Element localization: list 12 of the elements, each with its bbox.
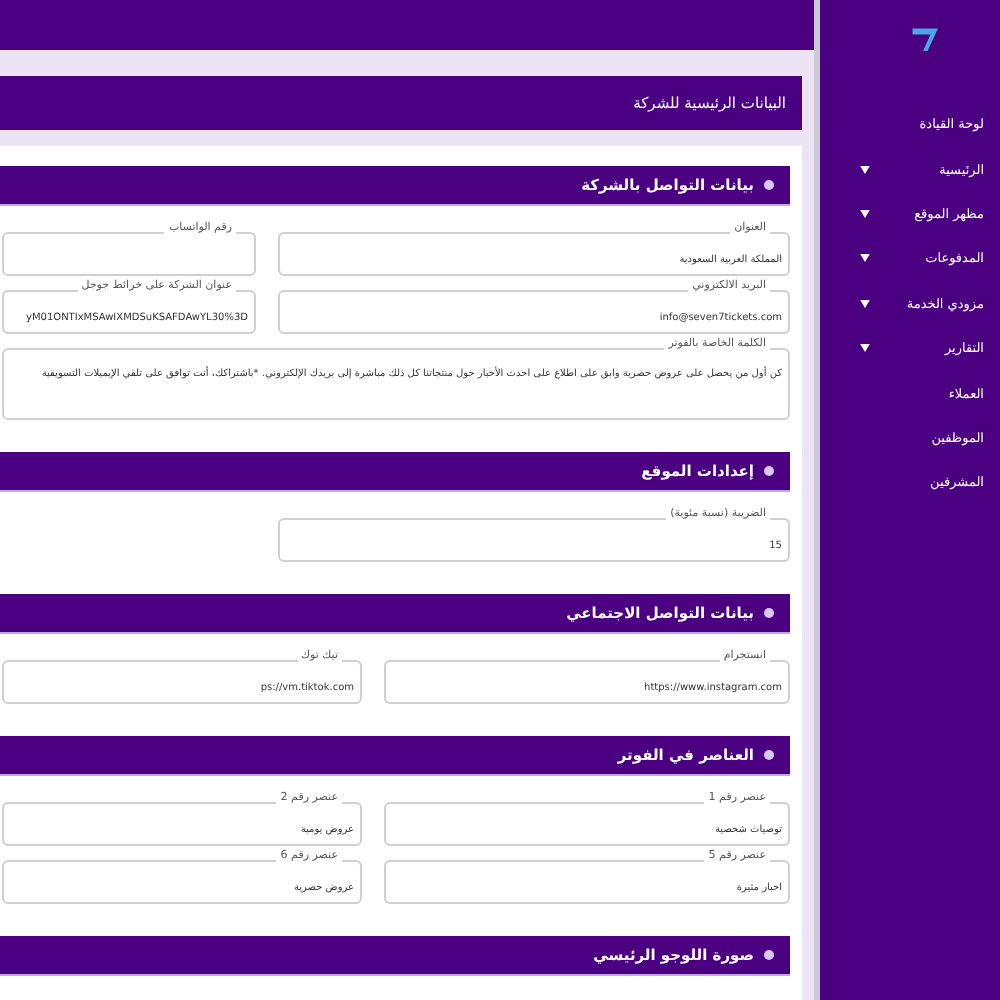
caret-icon	[860, 165, 870, 174]
logo-icon	[908, 24, 944, 54]
caret-icon	[860, 344, 870, 353]
caret-icon	[860, 254, 870, 263]
bullet-icon	[764, 466, 774, 476]
bullet-icon	[764, 608, 774, 618]
caret-icon	[860, 299, 870, 308]
bullet-icon	[764, 750, 774, 760]
bullet-icon	[764, 180, 774, 190]
bullet-icon	[764, 950, 774, 960]
input-field[interactable]	[2, 232, 256, 276]
caret-icon	[860, 209, 870, 218]
